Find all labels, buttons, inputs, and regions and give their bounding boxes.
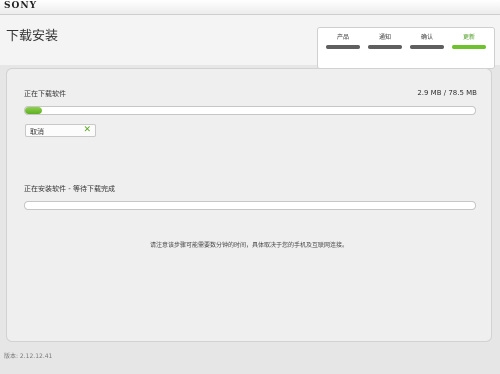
main-panel: 正在下载软件 2.9 MB / 78.5 MB 取消 ✕ 正在安装软件 - 等待…: [6, 68, 492, 342]
page-header: 下载安装 产品 通知 确认 更新: [0, 15, 500, 69]
step-label: 通知: [378, 34, 391, 41]
step-bar: [326, 45, 360, 49]
step-label: 确认: [420, 34, 433, 41]
step-label: 更新: [462, 34, 475, 41]
step-label: 产品: [336, 34, 349, 41]
step-confirm: 确认: [408, 28, 446, 68]
step-product: 产品: [324, 28, 362, 68]
title-bar: SONY: [0, 0, 500, 15]
install-label: 正在安装软件 - 等待下载完成: [24, 185, 115, 193]
step-bar: [410, 45, 444, 49]
download-label: 正在下载软件: [24, 90, 66, 98]
cancel-button[interactable]: 取消 ✕: [25, 124, 96, 137]
download-size: 2.9 MB / 78.5 MB: [417, 89, 477, 97]
install-progress-bar: [24, 201, 476, 210]
step-bar: [368, 45, 402, 49]
step-bar: [452, 45, 486, 49]
info-note: 请注意该步骤可能需要数分钟的时间，具体取决于您的手机及互联网连接。: [149, 242, 348, 249]
step-update: 更新: [450, 28, 488, 68]
version-text: 版本: 2.12.12.41: [4, 353, 53, 360]
download-progress-bar: [24, 106, 476, 115]
close-icon: ✕: [83, 125, 91, 135]
brand-logo: SONY: [4, 1, 37, 11]
download-progress-fill: [25, 107, 42, 114]
step-notice: 通知: [366, 28, 404, 68]
step-indicator: 产品 通知 确认 更新: [317, 27, 495, 69]
cancel-label: 取消: [30, 128, 44, 136]
page-title: 下载安装: [6, 29, 59, 44]
